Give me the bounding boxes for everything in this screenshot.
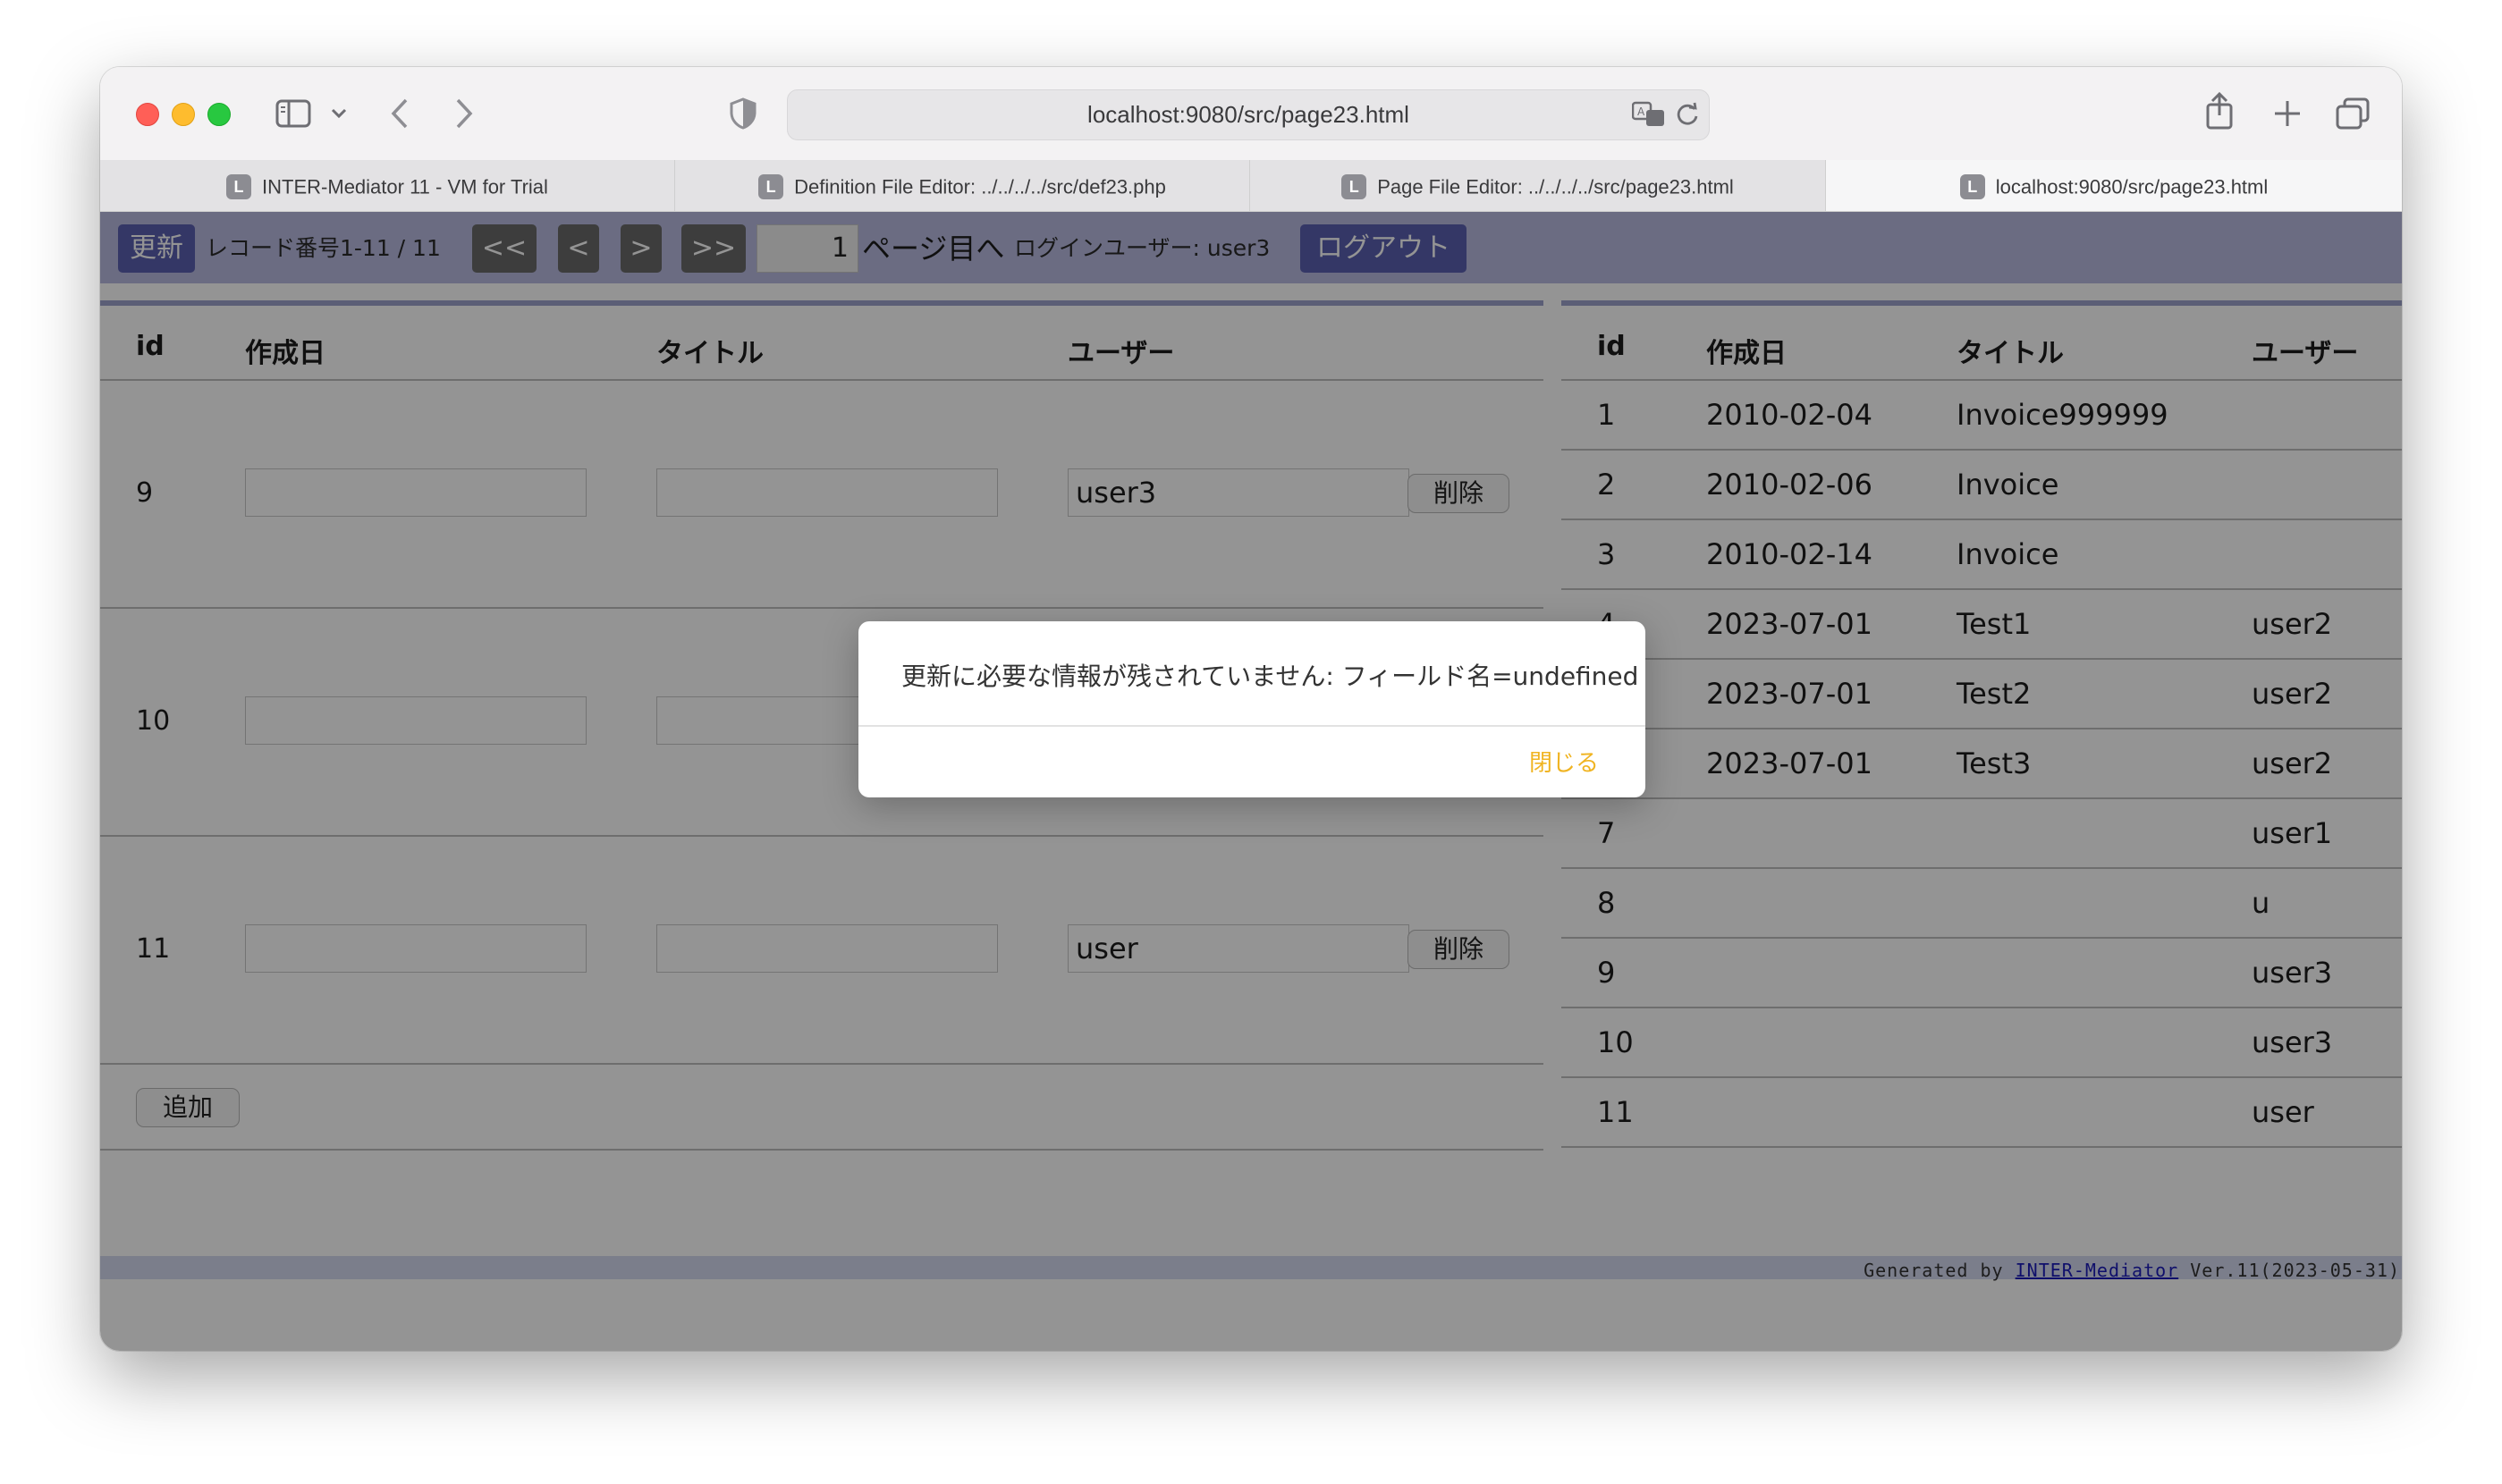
tab-bar: L INTER-Mediator 11 - VM for Trial L Defin… <box>100 160 2402 212</box>
tab-label: Page File Editor: ../../../../src/page23… <box>1377 175 1734 198</box>
tab-definition-editor[interactable]: L Definition File Editor: ../../../../src… <box>675 160 1250 211</box>
browser-toolbar: localhost:9080/src/page23.html A <box>100 67 2402 161</box>
zoom-window-button[interactable] <box>207 103 231 126</box>
tab-page-editor[interactable]: L Page File Editor: ../../../../src/page2… <box>1250 160 1826 211</box>
favicon: L <box>1959 174 1985 200</box>
tab-label: INTER-Mediator 11 - VM for Trial <box>262 175 548 198</box>
error-dialog: 更新に必要な情報が残されていません: フィールド名=undefined 閉じる <box>858 621 1645 797</box>
dialog-close-button[interactable]: 閉じる <box>1529 745 1599 778</box>
reload-icon[interactable] <box>1675 102 1700 127</box>
dialog-divider <box>858 725 1645 727</box>
favicon: L <box>1341 174 1367 200</box>
favicon: L <box>226 174 252 200</box>
dialog-message: 更新に必要な情報が残されていません: フィールド名=undefined <box>901 662 1639 691</box>
tab-inter-mediator[interactable]: L INTER-Mediator 11 - VM for Trial <box>100 160 675 211</box>
translate-icon[interactable]: A <box>1632 101 1666 128</box>
tabs-overview-icon[interactable] <box>2336 97 2370 130</box>
chevron-down-icon[interactable] <box>331 108 347 119</box>
browser-window: localhost:9080/src/page23.html A L INTER… <box>100 67 2402 1351</box>
minimize-window-button[interactable] <box>172 103 195 126</box>
url-text: localhost:9080/src/page23.html <box>1087 101 1409 128</box>
chevron-right-icon[interactable] <box>454 97 474 130</box>
tab-label: Definition File Editor: ../../../../src/… <box>794 175 1166 198</box>
shield-icon[interactable] <box>730 97 757 130</box>
address-bar[interactable]: localhost:9080/src/page23.html A <box>787 89 1710 140</box>
svg-text:A: A <box>1637 105 1645 118</box>
share-icon[interactable] <box>2205 92 2234 130</box>
chevron-left-icon[interactable] <box>390 97 410 130</box>
sidebar-icon[interactable] <box>275 99 311 128</box>
plus-icon[interactable] <box>2273 99 2302 128</box>
close-window-button[interactable] <box>136 103 159 126</box>
tab-page23[interactable]: Llocalhost:9080/src/page23.html <box>1826 160 2402 211</box>
favicon: L <box>758 174 784 200</box>
tab-label: localhost:9080/src/page23.html <box>1995 175 2269 198</box>
